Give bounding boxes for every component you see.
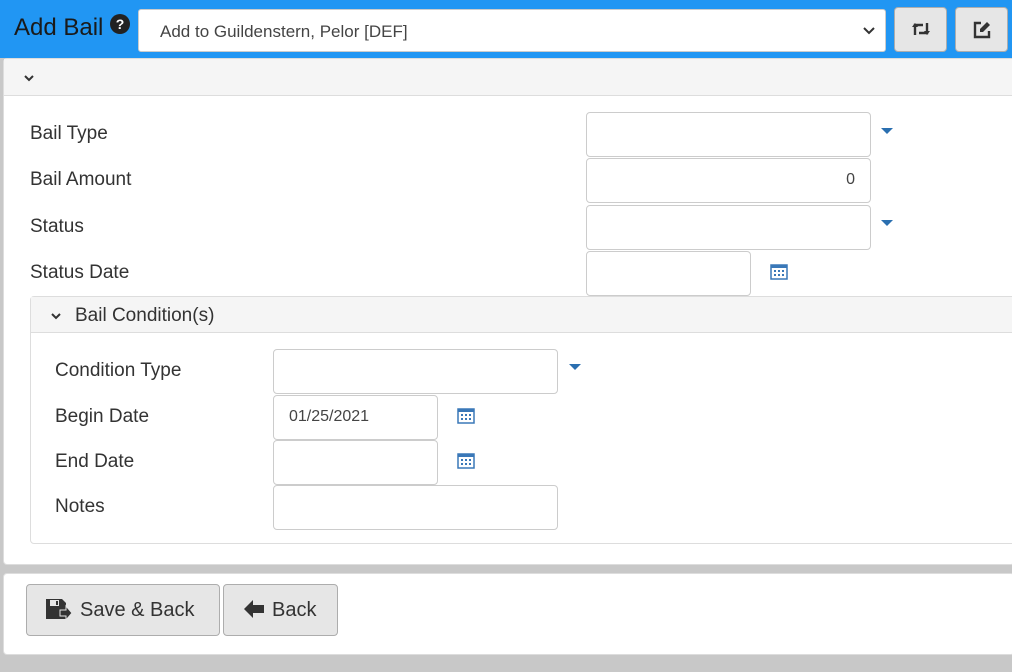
arrow-left-icon: [244, 600, 264, 618]
bail-type-select[interactable]: [586, 112, 871, 157]
bail-type-label: Bail Type: [30, 123, 108, 144]
bail-conditions-header[interactable]: Bail Condition(s): [31, 297, 1012, 333]
status-date-input[interactable]: [586, 251, 751, 296]
end-date-label: End Date: [55, 451, 135, 472]
footer-panel: Save & Back Back: [3, 573, 1012, 655]
caret-down-icon[interactable]: [881, 220, 893, 226]
end-date-input[interactable]: [273, 440, 438, 485]
condition-type-select[interactable]: [273, 349, 558, 394]
target-select[interactable]: Add to Guildenstern, Pelor [DEF]: [138, 9, 886, 52]
status-date-label: Status Date: [30, 262, 130, 283]
target-select-value: Add to Guildenstern, Pelor [DEF]: [160, 22, 408, 41]
back-button[interactable]: Back: [223, 584, 338, 636]
bail-conditions-title: Bail Condition(s): [75, 305, 215, 326]
save-and-back-label: Save & Back: [80, 599, 195, 621]
question-circle-icon[interactable]: ?: [110, 14, 130, 34]
status-label: Status: [30, 216, 84, 237]
begin-date-label: Begin Date: [55, 406, 150, 427]
begin-date-input[interactable]: 01/25/2021: [273, 395, 438, 440]
bail-form-panel: Bail Type Bail Amount 0 Status Status Da…: [3, 58, 1012, 565]
notes-label: Notes: [55, 496, 105, 517]
back-label: Back: [272, 599, 317, 621]
edit-icon: [973, 21, 991, 39]
chevron-down-icon: [51, 313, 61, 320]
save-and-back-button[interactable]: Save & Back: [26, 584, 220, 636]
save-icon: [46, 599, 73, 622]
calendar-icon[interactable]: [770, 262, 788, 280]
calendar-icon[interactable]: [457, 406, 475, 424]
bail-amount-input[interactable]: 0: [586, 158, 871, 203]
notes-input[interactable]: [273, 485, 558, 530]
bail-amount-label: Bail Amount: [30, 169, 132, 190]
edit-button[interactable]: [955, 7, 1008, 52]
calendar-icon[interactable]: [457, 451, 475, 469]
condition-type-label: Condition Type: [55, 360, 182, 381]
status-select[interactable]: [586, 205, 871, 250]
chevron-down-icon: [24, 75, 34, 82]
retweet-icon: [912, 23, 930, 35]
caret-down-icon[interactable]: [881, 128, 893, 134]
chevron-down-icon: [863, 27, 875, 35]
collapse-toggle[interactable]: [4, 59, 1012, 96]
caret-down-icon[interactable]: [569, 364, 581, 370]
bail-conditions-panel: Bail Condition(s) Condition Type Begin D…: [30, 296, 1012, 544]
swap-button[interactable]: [894, 7, 947, 52]
page-title: Add Bail: [14, 14, 104, 41]
header-bar: Add Bail ? Add to Guildenstern, Pelor [D…: [0, 0, 1012, 58]
